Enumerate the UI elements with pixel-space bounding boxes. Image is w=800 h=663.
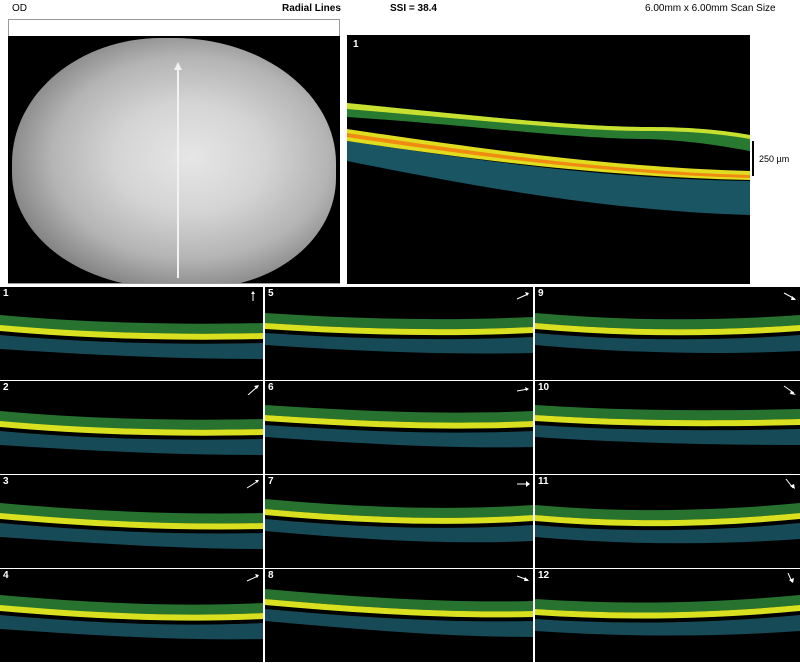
thumbnail-number: 12 xyxy=(538,570,550,581)
scan-direction-arrow-icon xyxy=(246,382,260,396)
eye-label: OD xyxy=(12,3,27,14)
thumbnail-scan-12[interactable]: 12 xyxy=(535,569,800,662)
thumbnail-number: 10 xyxy=(538,382,550,393)
thumbnail-number: 7 xyxy=(268,476,274,487)
thumbnail-number: 3 xyxy=(3,476,9,487)
scale-bar-label: 250 µm xyxy=(759,154,790,164)
fundus-illumination xyxy=(12,38,336,283)
thumbnail-number: 2 xyxy=(3,382,9,393)
main-scan-number: 1 xyxy=(353,39,359,50)
scan-direction-arrow-icon xyxy=(174,62,182,70)
thumbnail-number: 6 xyxy=(268,382,274,393)
scan-direction-arrow-icon xyxy=(783,288,797,300)
fundus-image[interactable] xyxy=(8,36,340,283)
main-oct-scan[interactable]: 1 xyxy=(347,35,750,284)
scan-position-line[interactable] xyxy=(177,66,179,278)
thumbnail-scan-9[interactable]: 9 xyxy=(535,287,800,380)
thumbnail-scan-8[interactable]: 8 xyxy=(265,569,533,662)
thumbnail-scan-2[interactable]: 2 xyxy=(0,381,263,474)
thumbnail-scan-11[interactable]: 11 xyxy=(535,475,800,568)
scan-direction-arrow-icon xyxy=(516,570,530,581)
thumbnail-number: 4 xyxy=(3,570,9,581)
thumbnail-number: 8 xyxy=(268,570,274,581)
thumbnail-number: 9 xyxy=(538,288,544,299)
thumbnail-scan-5[interactable]: 5 xyxy=(265,287,533,380)
scan-direction-arrow-icon xyxy=(516,476,530,487)
ssi-label: SSI = 38.4 xyxy=(390,3,437,14)
scan-direction-arrow-icon xyxy=(246,288,260,301)
scan-direction-arrow-icon xyxy=(246,570,260,582)
thumbnail-scan-10[interactable]: 10 xyxy=(535,381,800,474)
scan-direction-arrow-icon xyxy=(783,382,797,395)
thumbnail-scan-7[interactable]: 7 xyxy=(265,475,533,568)
thumbnail-scan-6[interactable]: 6 xyxy=(265,381,533,474)
scan-direction-arrow-icon xyxy=(783,570,797,583)
thumbnail-number: 1 xyxy=(3,288,9,299)
scan-direction-arrow-icon xyxy=(783,476,797,489)
thumbnail-scan-3[interactable]: 3 xyxy=(0,475,263,568)
main-oct-bscan xyxy=(347,103,750,215)
thumbnail-scan-4[interactable]: 4 xyxy=(0,569,263,662)
thumbnail-number: 5 xyxy=(268,288,274,299)
thumbnail-scan-1[interactable]: 1 xyxy=(0,287,263,380)
scan-direction-arrow-icon xyxy=(246,476,260,489)
scan-size-label: 6.00mm x 6.00mm Scan Size xyxy=(645,3,776,14)
scale-bar xyxy=(752,141,754,176)
scan-direction-arrow-icon xyxy=(516,382,530,392)
protocol-label: Radial Lines xyxy=(282,3,341,14)
scan-direction-arrow-icon xyxy=(516,288,530,300)
thumbnail-number: 11 xyxy=(538,476,549,487)
